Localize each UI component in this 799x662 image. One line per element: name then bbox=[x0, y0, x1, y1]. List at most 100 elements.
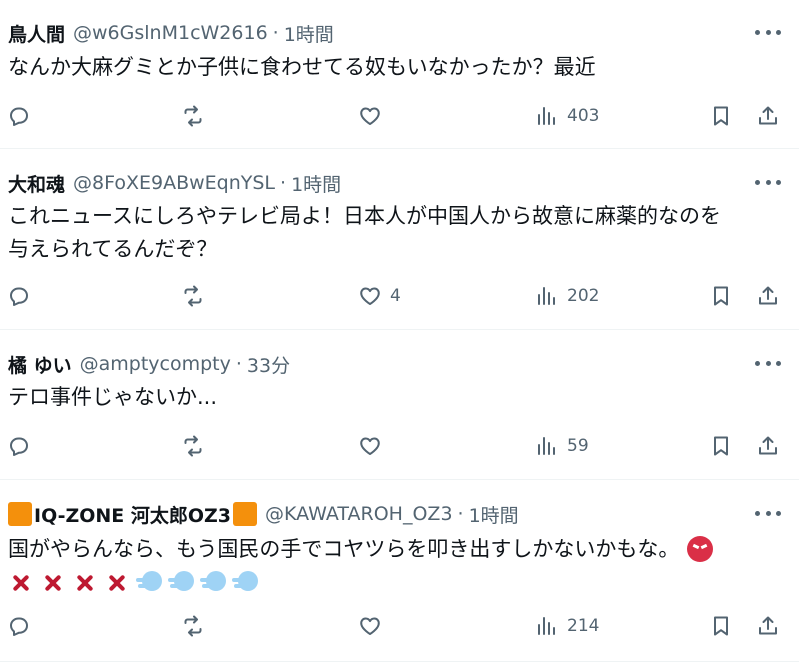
views-button[interactable]: 403 bbox=[535, 101, 599, 131]
reply-button[interactable] bbox=[7, 611, 31, 641]
post-text: これニュースにしろやテレビ局よ！日本人が中国人から故意に麻薬的なのを 与えられて… bbox=[8, 200, 721, 266]
heart-icon bbox=[360, 107, 380, 125]
bookmark-button[interactable] bbox=[709, 611, 733, 641]
like-button[interactable]: 4 bbox=[358, 281, 401, 311]
post-actions: 214 bbox=[0, 611, 799, 641]
heart-icon bbox=[360, 617, 380, 635]
repost-icon bbox=[184, 285, 202, 307]
post-header: 橘 ゆい @amptycompty · 33分 bbox=[8, 351, 290, 377]
like-count: 4 bbox=[390, 286, 401, 306]
post-actions: 4 202 bbox=[0, 281, 799, 311]
views-icon bbox=[538, 437, 555, 455]
like-button[interactable] bbox=[358, 101, 390, 131]
more-options-icon[interactable] bbox=[755, 27, 781, 37]
share-icon bbox=[759, 616, 777, 635]
reply-icon bbox=[10, 437, 28, 456]
bookmark-icon bbox=[714, 436, 728, 456]
orange-square-emoji-icon bbox=[8, 502, 32, 526]
anger-symbol-emoji-icon bbox=[8, 570, 34, 596]
more-options-icon[interactable] bbox=[755, 508, 781, 518]
repost-button[interactable] bbox=[181, 611, 205, 641]
repost-icon bbox=[184, 435, 202, 457]
bookmark-icon bbox=[714, 286, 728, 306]
reply-icon bbox=[10, 617, 28, 636]
dashing-away-emoji-icon bbox=[232, 570, 258, 592]
author-name[interactable]: IQ-ZONE 河太郎OZ3 bbox=[34, 501, 231, 528]
author-name[interactable]: 橘 ゆい bbox=[8, 351, 72, 378]
anger-symbol-emoji-icon bbox=[104, 570, 130, 596]
post-actions: 59 bbox=[0, 431, 799, 461]
bookmark-icon bbox=[714, 106, 728, 126]
more-options-icon[interactable] bbox=[755, 358, 781, 368]
views-button[interactable]: 214 bbox=[535, 611, 599, 641]
post-time[interactable]: 1時間 bbox=[284, 20, 334, 47]
post-text: テロ事件じゃないか... bbox=[8, 381, 217, 414]
reply-post[interactable]: 橘 ゆい @amptycompty · 33分 テロ事件じゃないか... 59 bbox=[0, 331, 799, 480]
author-handle[interactable]: @w6GslnM1cW2616 bbox=[73, 22, 268, 44]
separator-dot: · bbox=[280, 172, 287, 194]
share-button[interactable] bbox=[756, 281, 780, 311]
post-text: なんか大麻グミとか子供に食わせてる奴もいなかったか？最近 bbox=[8, 51, 596, 84]
post-time[interactable]: 33分 bbox=[247, 351, 290, 378]
repost-button[interactable] bbox=[181, 101, 205, 131]
bookmark-button[interactable] bbox=[709, 431, 733, 461]
bookmark-button[interactable] bbox=[709, 281, 733, 311]
like-button[interactable] bbox=[358, 611, 390, 641]
views-button[interactable]: 59 bbox=[535, 431, 589, 461]
author-handle[interactable]: @amptycompty bbox=[80, 353, 231, 375]
share-icon bbox=[759, 436, 777, 455]
reply-icon bbox=[10, 107, 28, 126]
reply-post[interactable]: 鳥人間 @w6GslnM1cW2616 · 1時間 なんか大麻グミとか子供に食わ… bbox=[0, 0, 799, 149]
post-text-line: なんか大麻グミとか子供に食わせてる奴もいなかったか？最近 bbox=[8, 55, 596, 79]
dashing-away-emoji-icon bbox=[136, 570, 162, 592]
post-actions: 403 bbox=[0, 101, 799, 131]
post-time[interactable]: 1時間 bbox=[291, 170, 341, 197]
reply-button[interactable] bbox=[7, 431, 31, 461]
separator-dot: · bbox=[272, 22, 279, 44]
bookmark-icon bbox=[714, 616, 728, 636]
repost-icon bbox=[184, 615, 202, 637]
share-button[interactable] bbox=[756, 431, 780, 461]
share-button[interactable] bbox=[756, 101, 780, 131]
post-header: 鳥人間 @w6GslnM1cW2616 · 1時間 bbox=[8, 20, 334, 46]
author-handle[interactable]: @KAWATAROH_OZ3 bbox=[265, 503, 453, 525]
share-icon bbox=[759, 106, 777, 125]
emoji-line bbox=[8, 566, 713, 599]
heart-icon bbox=[360, 437, 380, 455]
separator-dot: · bbox=[457, 503, 464, 525]
views-icon bbox=[538, 617, 555, 635]
reply-button[interactable] bbox=[7, 101, 31, 131]
post-time[interactable]: 1時間 bbox=[469, 501, 519, 528]
repost-icon bbox=[184, 105, 202, 127]
dashing-away-emoji-icon bbox=[168, 570, 194, 592]
reply-post[interactable]: 大和魂 @8FoXE9ABwEqnYSL · 1時間 これニュースにしろやテレビ… bbox=[0, 150, 799, 330]
author-name[interactable]: 大和魂 bbox=[8, 170, 65, 197]
author-handle[interactable]: @8FoXE9ABwEqnYSL bbox=[73, 172, 275, 194]
view-count: 59 bbox=[567, 436, 589, 456]
dashing-away-emoji-icon bbox=[200, 570, 226, 592]
view-count: 214 bbox=[567, 616, 600, 636]
reply-button[interactable] bbox=[7, 281, 31, 311]
heart-icon bbox=[360, 287, 380, 305]
views-icon bbox=[538, 287, 555, 305]
like-button[interactable] bbox=[358, 431, 390, 461]
repost-button[interactable] bbox=[181, 281, 205, 311]
share-button[interactable] bbox=[756, 611, 780, 641]
separator-dot: · bbox=[235, 353, 242, 375]
post-text-line: 与えられてるんだぞ？ bbox=[8, 237, 218, 261]
bookmark-button[interactable] bbox=[709, 101, 733, 131]
views-button[interactable]: 202 bbox=[535, 281, 599, 311]
view-count: 202 bbox=[567, 286, 600, 306]
author-name[interactable]: 鳥人間 bbox=[8, 20, 65, 47]
reply-post[interactable]: IQ-ZONE 河太郎OZ3 @KAWATAROH_OZ3 · 1時間 国がやら… bbox=[0, 481, 799, 662]
view-count: 403 bbox=[567, 106, 600, 126]
angry-face-emoji-icon bbox=[687, 536, 714, 562]
post-text-content: 国がやらんなら、もう国民の手でコヤツらを叩き出すしかないかもな。 bbox=[8, 537, 680, 561]
reply-icon bbox=[10, 287, 28, 306]
repost-button[interactable] bbox=[181, 431, 205, 461]
post-text-line: 国がやらんなら、もう国民の手でコヤツらを叩き出すしかないかもな。 bbox=[8, 533, 714, 566]
post-text-line: これニュースにしろやテレビ局よ！日本人が中国人から故意に麻薬的なのを bbox=[8, 204, 721, 228]
views-icon bbox=[538, 107, 555, 125]
more-options-icon[interactable] bbox=[755, 177, 781, 187]
post-text: 国がやらんなら、もう国民の手でコヤツらを叩き出すしかないかもな。 bbox=[8, 533, 714, 599]
